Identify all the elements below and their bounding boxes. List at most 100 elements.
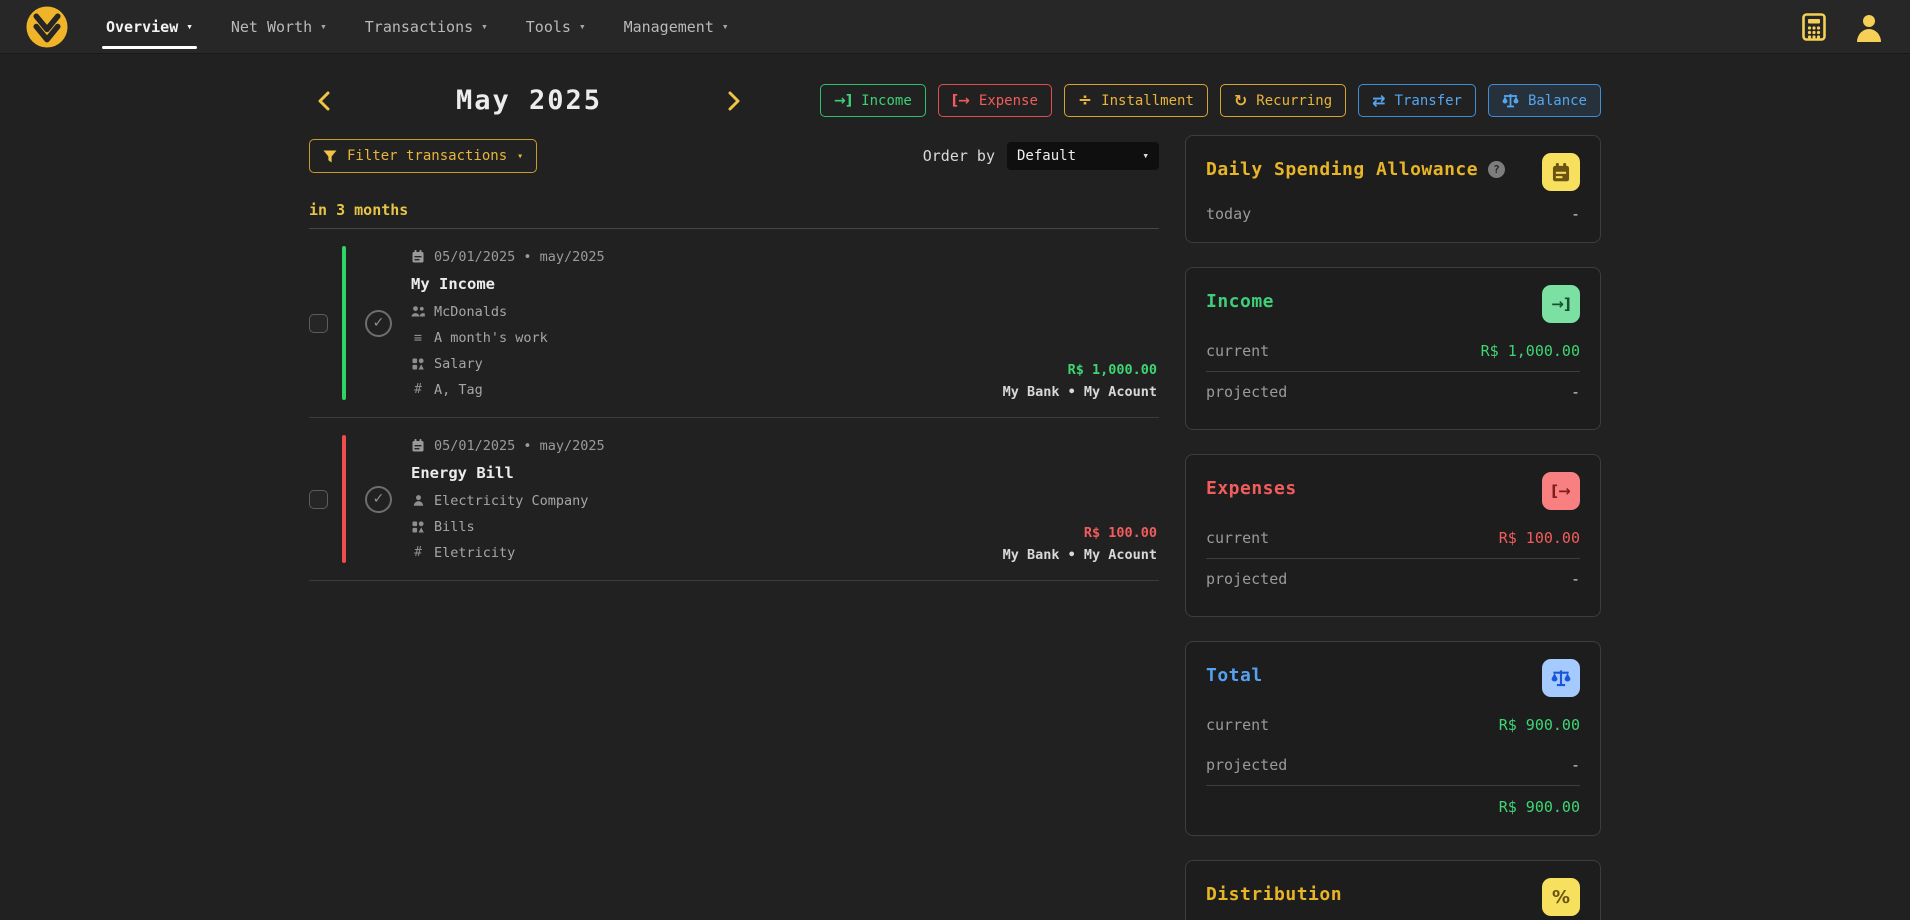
expense-color-bar: [342, 435, 346, 563]
transaction-title: My Income: [411, 272, 605, 296]
row-value: -: [1571, 756, 1580, 774]
income-current-row: current R$ 1,000.00: [1206, 331, 1580, 372]
chevron-left-icon: [317, 90, 331, 112]
transaction-payee: McDonalds: [434, 304, 507, 320]
card-title: Expenses: [1206, 478, 1297, 499]
row-value: -: [1571, 205, 1580, 223]
period-header: May 2025 →] Income [→ Expense ÷ Installm…: [309, 84, 1601, 117]
total-current-row: current R$ 900.00: [1206, 705, 1580, 745]
row-label: current: [1206, 342, 1269, 360]
total-footer-row: R$ 900.00: [1206, 786, 1580, 818]
allowance-today-row: today -: [1206, 191, 1580, 225]
total-projected-row: projected -: [1206, 745, 1580, 786]
card-title: Distribution: [1206, 884, 1342, 905]
filter-transactions-button[interactable]: Filter transactions ▾: [309, 139, 537, 173]
transaction-title: Energy Bill: [411, 461, 605, 485]
row-label: projected: [1206, 570, 1287, 588]
expenses-projected-row: projected -: [1206, 559, 1580, 599]
transaction-date: 05/01/2025 • may/2025: [434, 438, 605, 454]
percent-chip-icon: %: [1542, 878, 1580, 916]
row-label: today: [1206, 205, 1251, 223]
arrow-into-bracket-chip-icon: →]: [1542, 285, 1580, 323]
transaction-checkbox[interactable]: [309, 314, 328, 333]
order-by-label: Order by: [923, 147, 995, 165]
row-label: current: [1206, 716, 1269, 734]
transaction-tags: A, Tag: [434, 382, 483, 398]
row-value: -: [1571, 383, 1580, 401]
button-label: Installment: [1101, 93, 1194, 109]
transaction-row-expense[interactable]: ✓ 05/01/2025 • may/2025 Energy Bill: [309, 418, 1159, 581]
button-label: Recurring: [1256, 93, 1332, 109]
hash-icon: #: [411, 382, 425, 397]
total-value: R$ 900.00: [1499, 798, 1580, 816]
category-icon: [411, 358, 425, 370]
group-header: in 3 months: [309, 201, 1159, 229]
category-icon: [411, 521, 425, 533]
user-menu-button[interactable]: [1854, 12, 1884, 42]
add-income-button[interactable]: →] Income: [820, 84, 926, 117]
chevron-right-icon: [727, 90, 741, 112]
scale-chip-icon: [1542, 659, 1580, 697]
arrow-into-bracket-icon: →]: [834, 94, 852, 108]
nav-item-management[interactable]: Management ▾: [624, 0, 729, 53]
card-title: Daily Spending Allowance: [1206, 159, 1478, 180]
previous-month-button[interactable]: [309, 86, 339, 116]
total-summary-card: Total current R$ 900.00: [1185, 641, 1601, 836]
button-label: Expense: [979, 93, 1038, 109]
nav-item-label: Tools: [526, 18, 571, 36]
transaction-row-income[interactable]: ✓ 05/01/2025 • may/2025 My Income: [309, 229, 1159, 418]
add-balance-button[interactable]: Balance: [1488, 84, 1601, 117]
button-label: Income: [861, 93, 912, 109]
calculator-icon: [1802, 13, 1826, 41]
month-navigation: May 2025: [309, 85, 749, 116]
nav-item-tools[interactable]: Tools ▾: [526, 0, 586, 53]
calendar-chip-icon: [1542, 153, 1580, 191]
order-by-select[interactable]: Default: [1007, 142, 1159, 170]
navbar-right: [1802, 12, 1884, 42]
transaction-account: My Bank • My Acount: [1003, 547, 1157, 563]
help-icon[interactable]: ?: [1488, 161, 1505, 178]
next-month-button[interactable]: [719, 86, 749, 116]
navbar: Overview ▾ Net Worth ▾ Transactions ▾ To…: [0, 0, 1910, 54]
month-title: May 2025: [456, 85, 602, 116]
row-value: R$ 1,000.00: [1481, 342, 1580, 360]
nav-item-overview[interactable]: Overview ▾: [106, 0, 193, 53]
row-value: R$ 100.00: [1499, 529, 1580, 547]
add-transaction-buttons: →] Income [→ Expense ÷ Installment ↻ Rec…: [820, 84, 1601, 117]
transaction-description: A month's work: [434, 330, 548, 346]
nav-item-net-worth[interactable]: Net Worth ▾: [231, 0, 327, 53]
chevron-down-icon: ▾: [579, 20, 586, 33]
money-transfer-icon: ⇄: [1372, 93, 1385, 109]
person-icon: [411, 495, 425, 506]
chevron-down-icon: ▾: [481, 20, 488, 33]
chevron-down-icon: ▾: [722, 20, 729, 33]
nav-item-label: Overview: [106, 18, 178, 36]
app-logo[interactable]: [26, 6, 68, 48]
transaction-tags: Eletricity: [434, 545, 515, 561]
scale-icon: [1502, 93, 1519, 108]
chevron-down-icon: ▾: [517, 151, 523, 162]
main-menu: Overview ▾ Net Worth ▾ Transactions ▾ To…: [106, 0, 729, 53]
card-title: Income: [1206, 291, 1274, 312]
check-circle-icon[interactable]: ✓: [365, 310, 392, 337]
row-label: current: [1206, 529, 1269, 547]
nav-item-label: Transactions: [365, 18, 473, 36]
add-recurring-button[interactable]: ↻ Recurring: [1220, 84, 1346, 117]
nav-item-label: Management: [624, 18, 714, 36]
transaction-amount: R$ 1,000.00: [1003, 362, 1157, 378]
transaction-checkbox[interactable]: [309, 490, 328, 509]
filter-funnel-icon: [323, 150, 337, 163]
add-expense-button[interactable]: [→ Expense: [938, 84, 1052, 117]
calculator-button[interactable]: [1802, 13, 1826, 41]
description-icon: ≡: [411, 330, 425, 346]
check-circle-icon[interactable]: ✓: [365, 486, 392, 513]
distribution-card: Distribution % Real (BRL): [1185, 860, 1601, 920]
hash-icon: #: [411, 545, 425, 560]
nav-item-transactions[interactable]: Transactions ▾: [365, 0, 488, 53]
transaction-amount: R$ 100.00: [1003, 525, 1157, 541]
transaction-category: Bills: [434, 519, 475, 535]
transactions-panel: Filter transactions ▾ Order by Default ▾…: [309, 117, 1159, 581]
add-installment-button[interactable]: ÷ Installment: [1064, 84, 1208, 117]
calendar-icon: [411, 250, 425, 263]
add-transfer-button[interactable]: ⇄ Transfer: [1358, 84, 1476, 117]
